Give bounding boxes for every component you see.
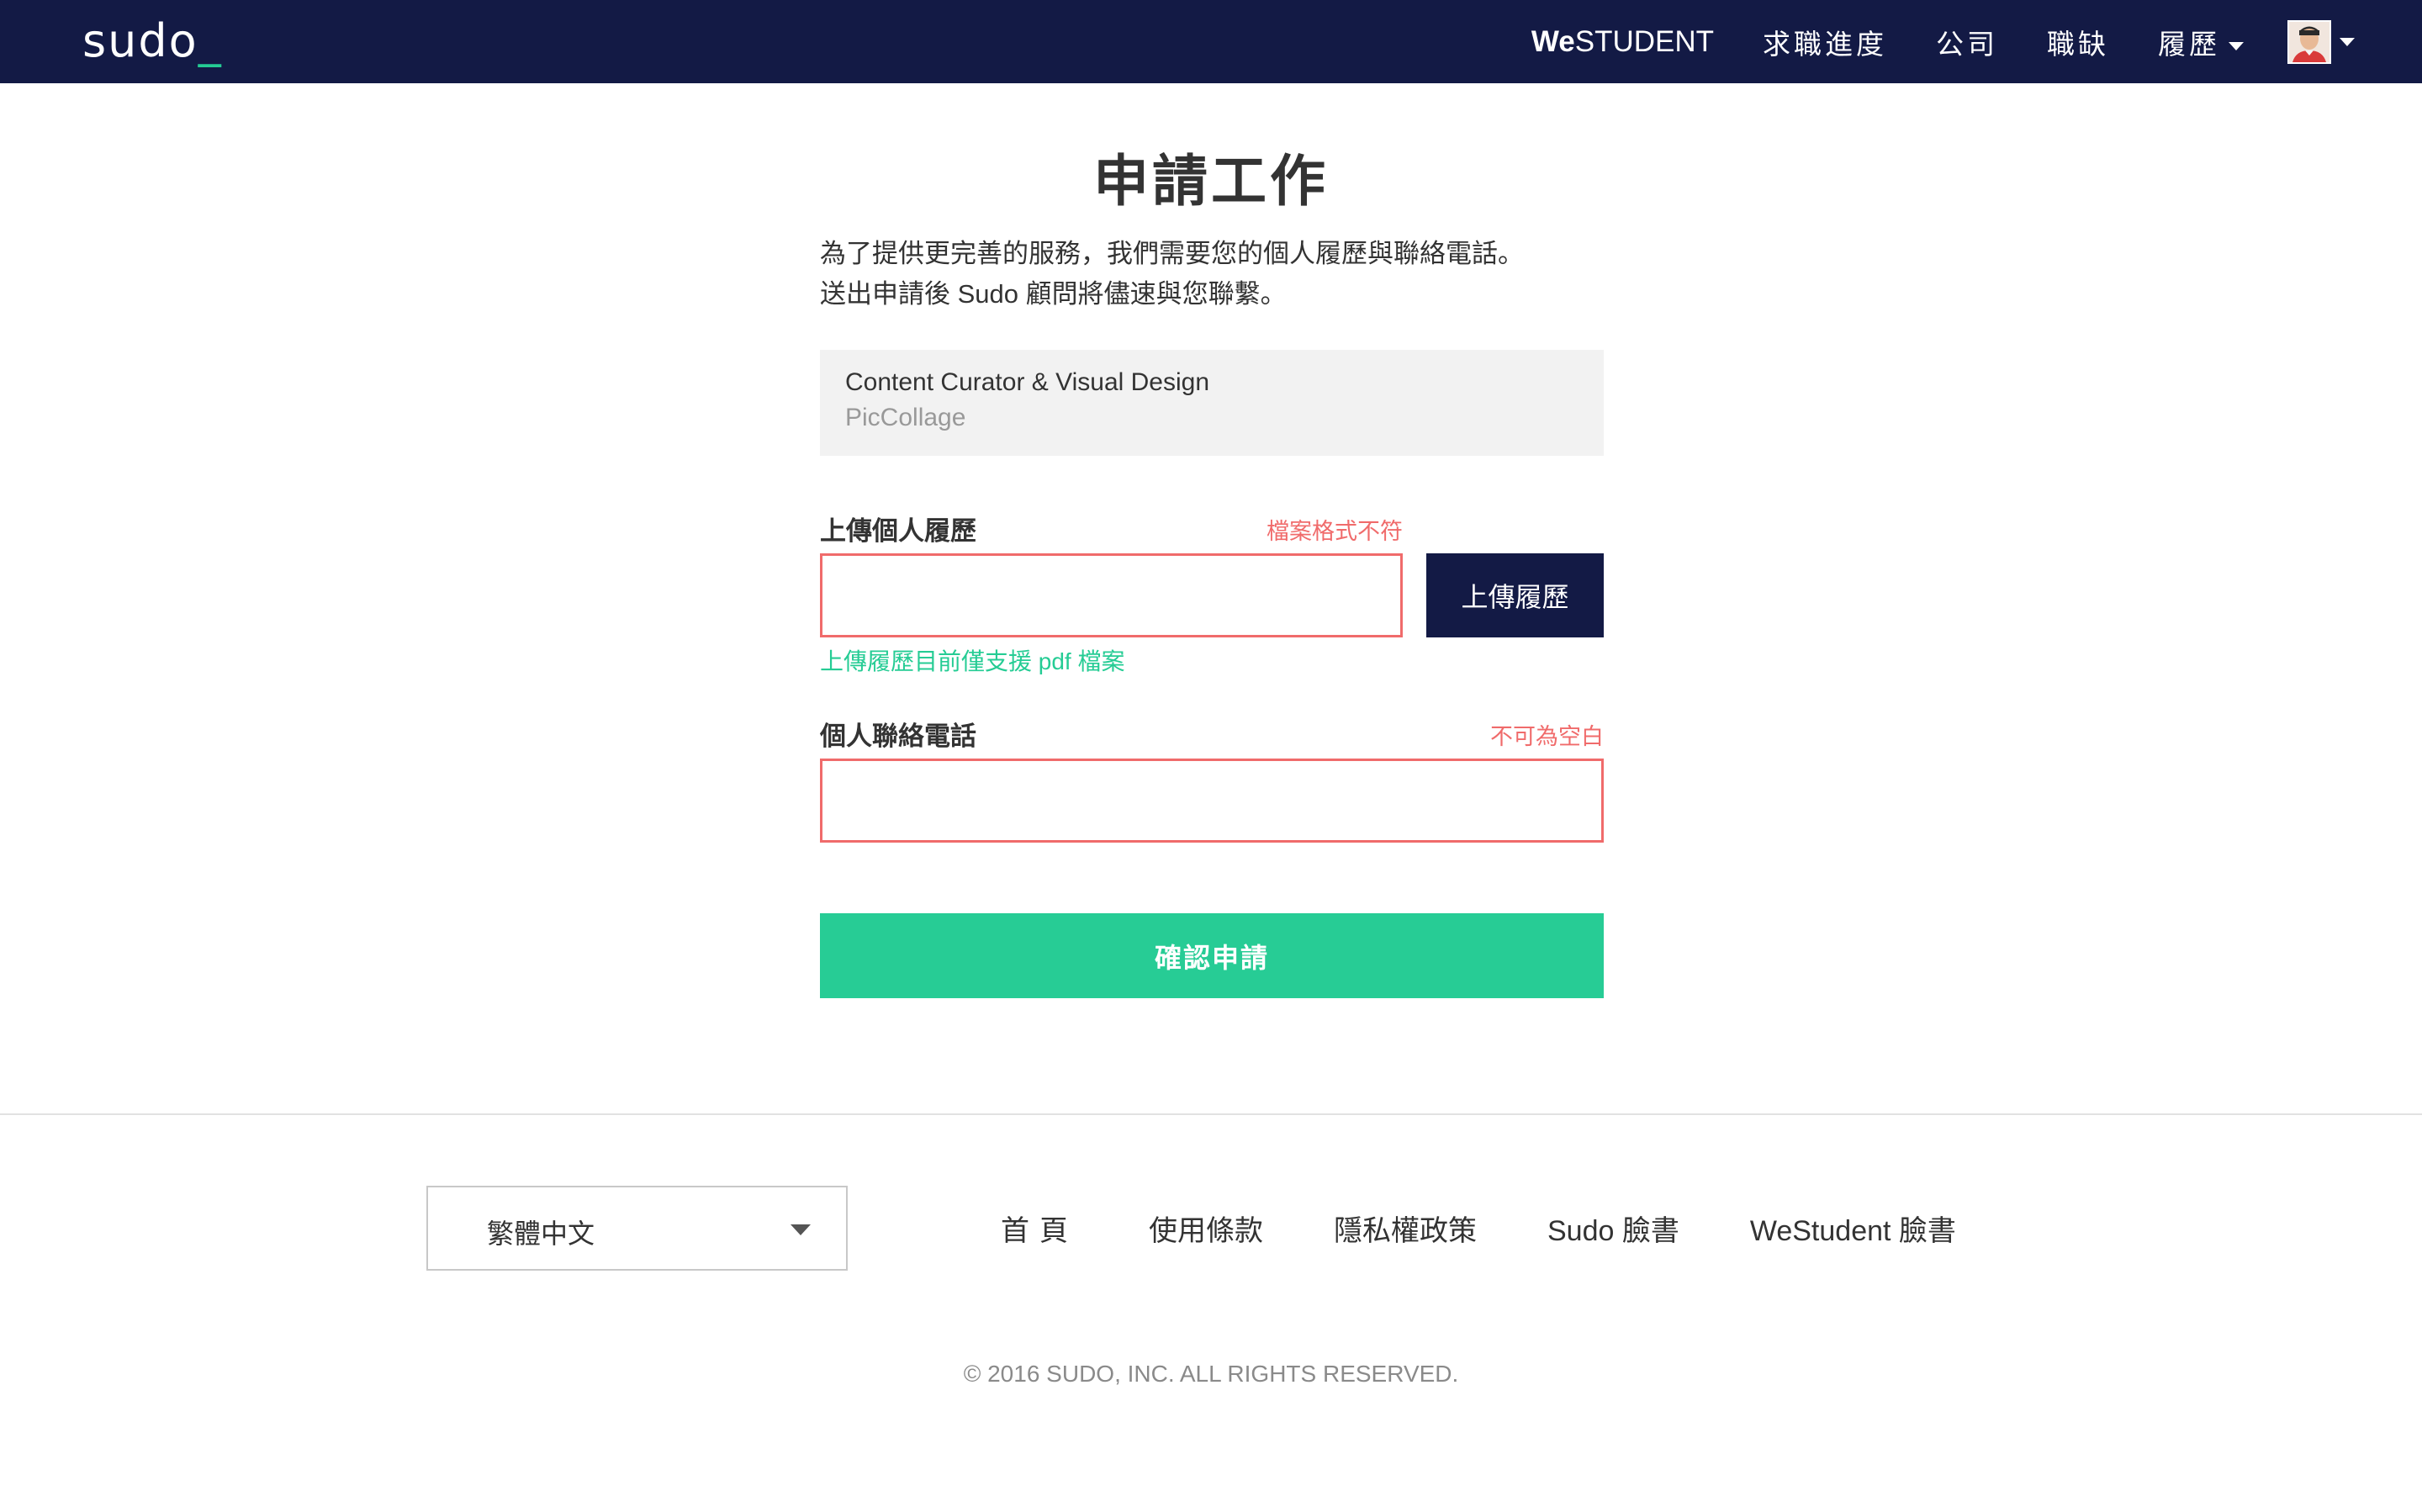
phone-error-message: 不可為空白 — [1490, 724, 1604, 749]
resume-error-message: 檔案格式不符 — [1267, 519, 1403, 544]
nav-resume-label: 履歷 — [2158, 28, 2220, 60]
logo-text: sudo — [82, 14, 198, 67]
nav-menu: WeSTUDENT 求職進度 公司 職缺 履歷 — [1531, 0, 2355, 83]
footer-link-sudo-facebook[interactable]: Sudo 臉書 — [1547, 1208, 1679, 1249]
nav-company-link[interactable]: 公司 — [1936, 22, 1998, 62]
footer-link-home[interactable]: 首頁 — [1001, 1208, 1078, 1249]
westudent-student: STUDENT — [1574, 24, 1714, 58]
language-selected-value: 繁體中文 — [487, 1219, 595, 1249]
resume-hint: 上傳履歷目前僅支援 pdf 檔案 — [820, 648, 1125, 674]
user-menu[interactable] — [2287, 19, 2355, 64]
chevron-down-icon — [2229, 41, 2244, 50]
chevron-down-icon — [791, 1224, 811, 1235]
upload-resume-button[interactable]: 上傳履歷 — [1426, 553, 1604, 637]
user-avatar-icon — [2289, 21, 2329, 62]
intro-line-1: 為了提供更完善的服務，我們需要您的個人履歷與聯絡電話。 — [820, 239, 1524, 268]
footer-links: 首頁 使用條款 隱私權政策 Sudo 臉書 WeStudent 臉書 — [1001, 1208, 1956, 1249]
footer-link-westudent-facebook[interactable]: WeStudent 臉書 — [1750, 1208, 1956, 1249]
top-navbar: sudo_ WeSTUDENT 求職進度 公司 職缺 履歷 — [0, 0, 2422, 83]
job-title: Content Curator & Visual Design — [845, 368, 1210, 396]
nav-progress-link[interactable]: 求職進度 — [1763, 22, 1887, 62]
resume-field-label: 上傳個人履歷 — [820, 516, 976, 546]
footer-link-terms[interactable]: 使用條款 — [1149, 1208, 1263, 1249]
nav-westudent-link[interactable]: WeSTUDENT — [1531, 25, 1714, 59]
resume-file-input[interactable] — [820, 553, 1403, 637]
language-select[interactable]: 繁體中文 — [426, 1186, 848, 1271]
westudent-we: We — [1531, 24, 1575, 58]
sudo-logo[interactable]: sudo_ — [82, 15, 223, 67]
job-company: PicCollage — [845, 404, 966, 431]
phone-field-label: 個人聯絡電話 — [820, 722, 976, 751]
phone-input[interactable] — [820, 759, 1604, 843]
intro-line-2: 送出申請後 Sudo 顧問將儘速與您聯繫。 — [820, 279, 1287, 309]
intro-text: 為了提供更完善的服務，我們需要您的個人履歷與聯絡電話。 送出申請後 Sudo 顧… — [820, 234, 1610, 315]
copyright: © 2016 SUDO, INC. ALL RIGHTS RESERVED. — [963, 1361, 1459, 1387]
chevron-down-icon — [2340, 37, 2355, 46]
footer-link-privacy[interactable]: 隱私權政策 — [1334, 1208, 1477, 1249]
submit-application-button[interactable]: 確認申請 — [820, 913, 1604, 998]
nav-resume-menu[interactable]: 履歷 — [2158, 22, 2244, 62]
nav-jobs-link[interactable]: 職缺 — [2047, 22, 2109, 62]
page-title: 申請工作 — [1093, 150, 1329, 212]
logo-cursor: _ — [198, 14, 223, 67]
avatar — [2287, 19, 2331, 64]
job-summary-card: Content Curator & Visual Design PicColla… — [820, 350, 1604, 456]
footer-divider — [0, 1113, 2422, 1115]
